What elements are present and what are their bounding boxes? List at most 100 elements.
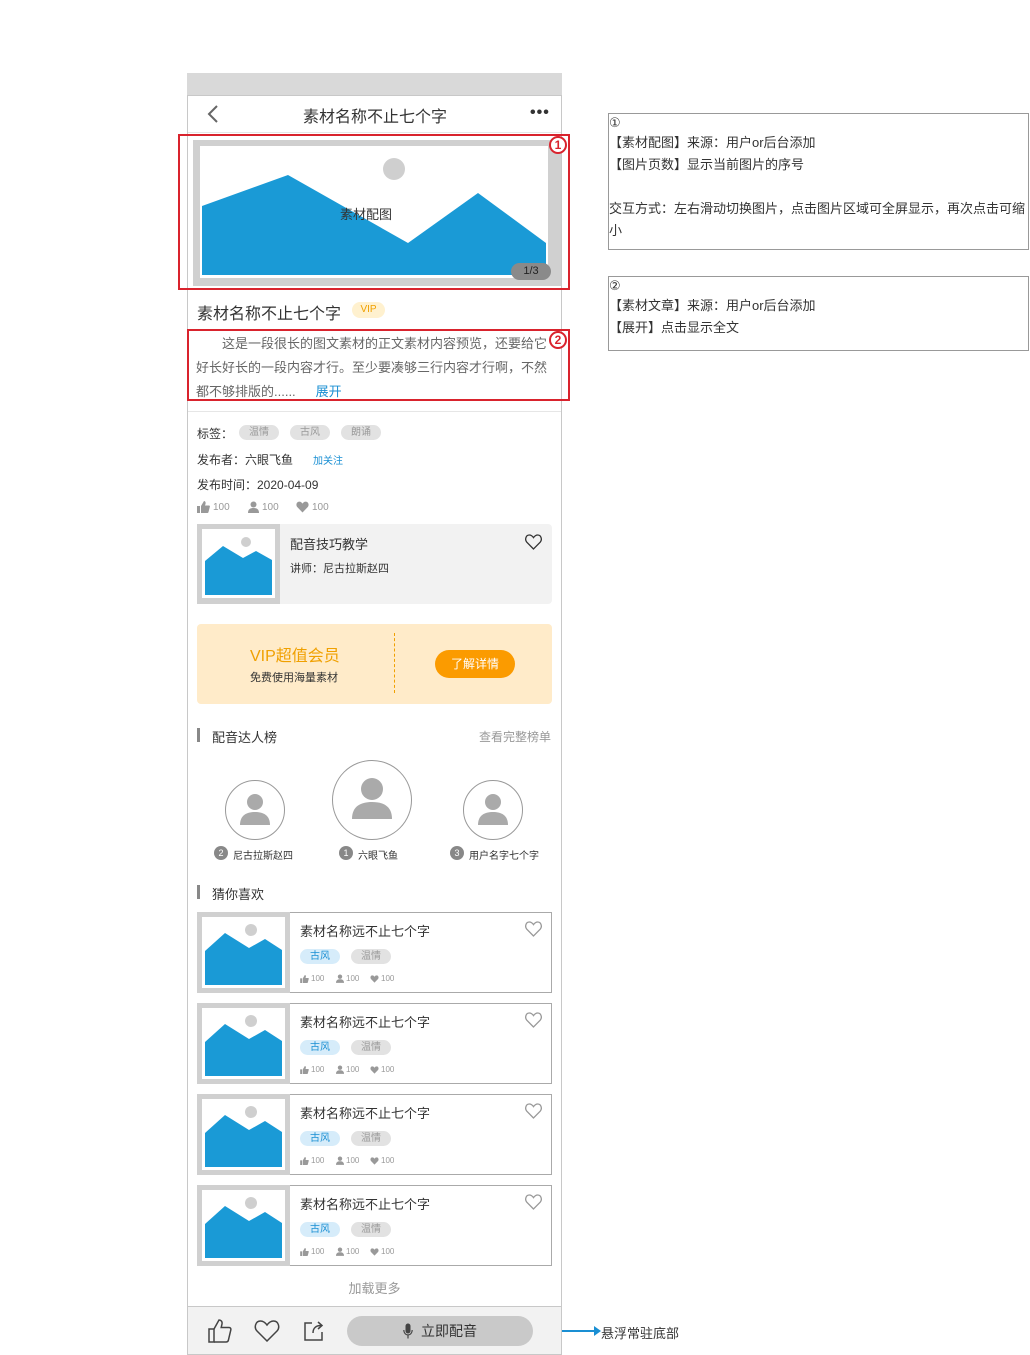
course-lecturer: 讲师：尼古拉斯赵四: [290, 563, 389, 575]
user-icon: [336, 1065, 344, 1074]
user-icon: [336, 974, 344, 983]
favorite-stat: 100: [370, 1065, 394, 1074]
float-note: 悬浮常驻底部: [601, 1326, 680, 1341]
heart-icon: [370, 1247, 379, 1256]
publisher: 发布者：六眼飞鱼: [197, 453, 294, 467]
dub-now-button[interactable]: 立即配音: [347, 1316, 533, 1346]
note-line: 【图片页数】显示当前图片的序号: [609, 157, 805, 172]
thumbs-up-icon: [300, 1156, 309, 1165]
tag[interactable]: 古风: [300, 949, 340, 964]
dub-now-label: 立即配音: [421, 1323, 477, 1339]
recommend-image: [202, 1099, 285, 1170]
recommend-item-title: 素材名称远不止七个字: [300, 1015, 431, 1030]
tag[interactable]: 古风: [300, 1040, 340, 1055]
rank-badge: 2: [214, 846, 228, 860]
tag[interactable]: 古风: [290, 425, 330, 440]
annotation-arrow: [562, 1330, 598, 1332]
like-count: 100: [311, 974, 325, 983]
tag[interactable]: 朗诵: [341, 425, 381, 440]
note-number: ②: [609, 278, 621, 293]
user-avatar-icon: [352, 778, 392, 819]
note-line: 【素材文章】来源：用户or后台添加: [609, 298, 816, 313]
tag[interactable]: 温情: [239, 425, 279, 440]
heart-outline-icon[interactable]: [525, 1103, 542, 1119]
recommend-image: [202, 1190, 285, 1261]
user-count: 100: [262, 501, 279, 513]
material-title: 素材名称不止七个字: [197, 306, 342, 323]
recommend-item-title: 素材名称远不止七个字: [300, 1197, 431, 1212]
chevron-left-icon[interactable]: [206, 104, 222, 124]
landscape-image-icon: [205, 1015, 282, 1076]
user-avatar-icon: [240, 794, 270, 825]
heart-icon: [370, 1156, 379, 1165]
more-dots-icon[interactable]: •••: [530, 104, 550, 122]
user-stat: 100: [336, 974, 359, 983]
heart-outline-icon[interactable]: [254, 1320, 280, 1342]
tag[interactable]: 温情: [351, 1040, 391, 1055]
follow-link[interactable]: 加关注: [313, 452, 343, 467]
avatar[interactable]: [332, 760, 412, 840]
heart-outline-icon[interactable]: [525, 1012, 542, 1028]
avatar[interactable]: [225, 780, 285, 840]
user-stat: 100: [248, 501, 279, 513]
tag[interactable]: 古风: [300, 1131, 340, 1146]
user-count: 100: [346, 974, 360, 983]
note-number: ①: [609, 115, 621, 130]
vip-details-button[interactable]: 了解详情: [435, 650, 515, 678]
like-stat: 100: [300, 1156, 324, 1165]
vip-divider: [394, 633, 395, 693]
thumbs-up-icon[interactable]: [207, 1318, 233, 1344]
recommend-title: 猜你喜欢: [212, 887, 265, 902]
rank-user-name: 用户名字七个字: [469, 851, 539, 862]
user-stat: 100: [336, 1065, 359, 1074]
favorite-count: 100: [381, 974, 395, 983]
heart-icon: [370, 974, 379, 983]
favorite-count: 100: [381, 1247, 395, 1256]
annotation-marker-2: 2: [549, 331, 567, 349]
like-stat: 100: [197, 501, 230, 513]
section-marker: [197, 728, 200, 742]
tag[interactable]: 温情: [351, 949, 391, 964]
user-stat: 100: [336, 1156, 359, 1165]
tag[interactable]: 温情: [351, 1222, 391, 1237]
favorite-stat: 100: [370, 974, 394, 983]
user-icon: [336, 1247, 344, 1256]
annotation-box-1: [178, 134, 570, 290]
course-title: 配音技巧教学: [290, 537, 369, 552]
recommend-image: [202, 917, 285, 988]
heart-icon: [370, 1065, 379, 1074]
like-stat: 100: [300, 1065, 324, 1074]
heart-outline-icon[interactable]: [525, 534, 542, 550]
landscape-image-icon: [205, 1106, 282, 1167]
note-line: 【展开】点击显示全文: [609, 320, 740, 335]
favorite-count: 100: [312, 501, 329, 513]
user-stat: 100: [336, 1247, 359, 1256]
user-count: 100: [346, 1156, 360, 1165]
share-icon[interactable]: [302, 1319, 326, 1343]
annotation-marker-1: 1: [549, 136, 567, 154]
vip-promo-title: VIP超值会员: [250, 648, 340, 665]
tag[interactable]: 古风: [300, 1222, 340, 1237]
vip-promo-subtitle: 免费使用海量素材: [250, 672, 338, 684]
heart-outline-icon[interactable]: [525, 921, 542, 937]
favorite-count: 100: [381, 1156, 395, 1165]
annotation-note-2: ② 【素材文章】来源：用户or后台添加 【展开】点击显示全文: [608, 276, 1029, 351]
landscape-image-icon: [205, 537, 272, 595]
user-count: 100: [346, 1065, 360, 1074]
section-marker: [197, 885, 200, 899]
ranking-full-list-link[interactable]: 查看完整榜单: [479, 728, 551, 745]
annotation-box-2: [187, 329, 570, 401]
thumbs-up-icon: [300, 974, 309, 983]
like-count: 100: [311, 1247, 325, 1256]
tag[interactable]: 温情: [351, 1131, 391, 1146]
load-more-button[interactable]: 加载更多: [188, 1278, 561, 1297]
recommend-image: [202, 1008, 285, 1079]
rank-user-name: 尼古拉斯赵四: [233, 851, 293, 862]
note-line: 【素材配图】来源：用户or后台添加: [609, 135, 816, 150]
publish-date: 发布时间：2020-04-09: [197, 478, 319, 492]
divider: [188, 411, 561, 412]
landscape-image-icon: [205, 924, 282, 985]
like-count: 100: [213, 501, 230, 513]
avatar[interactable]: [463, 780, 523, 840]
heart-outline-icon[interactable]: [525, 1194, 542, 1210]
